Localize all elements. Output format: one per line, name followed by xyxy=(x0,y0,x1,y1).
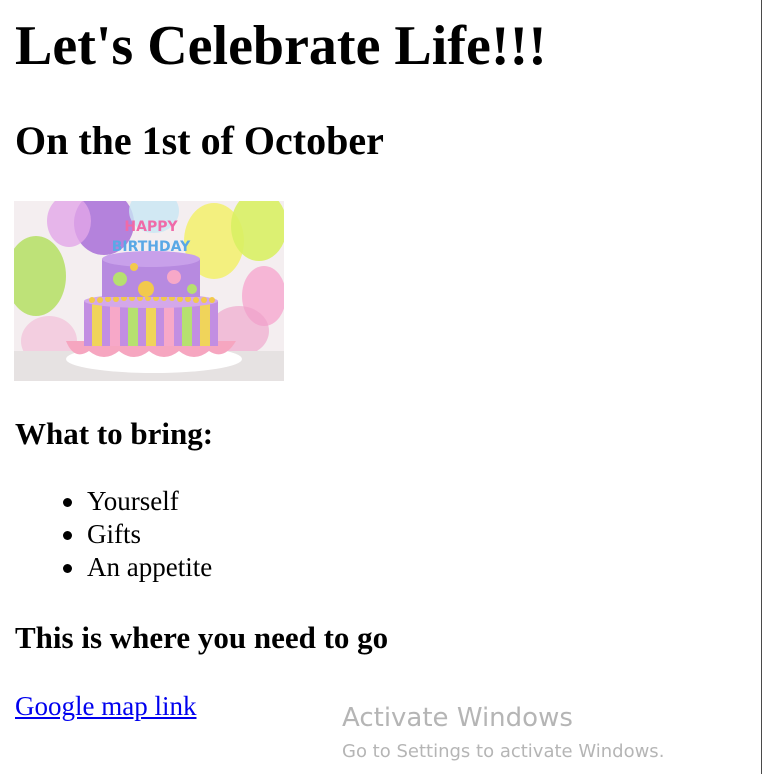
bullet-icon xyxy=(63,498,72,507)
list-item-label: An appetite xyxy=(87,552,213,582)
list-item-label: Yourself xyxy=(87,486,179,516)
birthday-cake-image: HAPPY BIRTHDAY xyxy=(14,201,284,381)
window-right-border xyxy=(761,0,762,774)
page-title: Let's Celebrate Life!!! xyxy=(15,15,547,77)
watermark-title: Activate Windows xyxy=(342,703,573,733)
list-item-label: Gifts xyxy=(87,519,141,549)
bring-list: Yourself Gifts An appetite xyxy=(61,485,212,584)
svg-text:HAPPY: HAPPY xyxy=(124,219,178,235)
watermark-subtitle: Go to Settings to activate Windows. xyxy=(342,741,665,762)
bullet-icon xyxy=(63,564,72,573)
date-heading: On the 1st of October xyxy=(15,118,384,163)
bullet-icon xyxy=(63,531,72,540)
what-to-bring-heading: What to bring: xyxy=(15,416,214,451)
activate-windows-watermark: Activate Windows Go to Settings to activ… xyxy=(342,700,664,768)
list-item: An appetite xyxy=(61,551,212,584)
directions-heading: This is where you need to go xyxy=(15,620,389,655)
svg-text:BIRTHDAY: BIRTHDAY xyxy=(112,239,191,255)
list-item: Yourself xyxy=(61,485,212,518)
list-item: Gifts xyxy=(61,518,212,551)
google-map-link[interactable]: Google map link xyxy=(15,689,196,723)
